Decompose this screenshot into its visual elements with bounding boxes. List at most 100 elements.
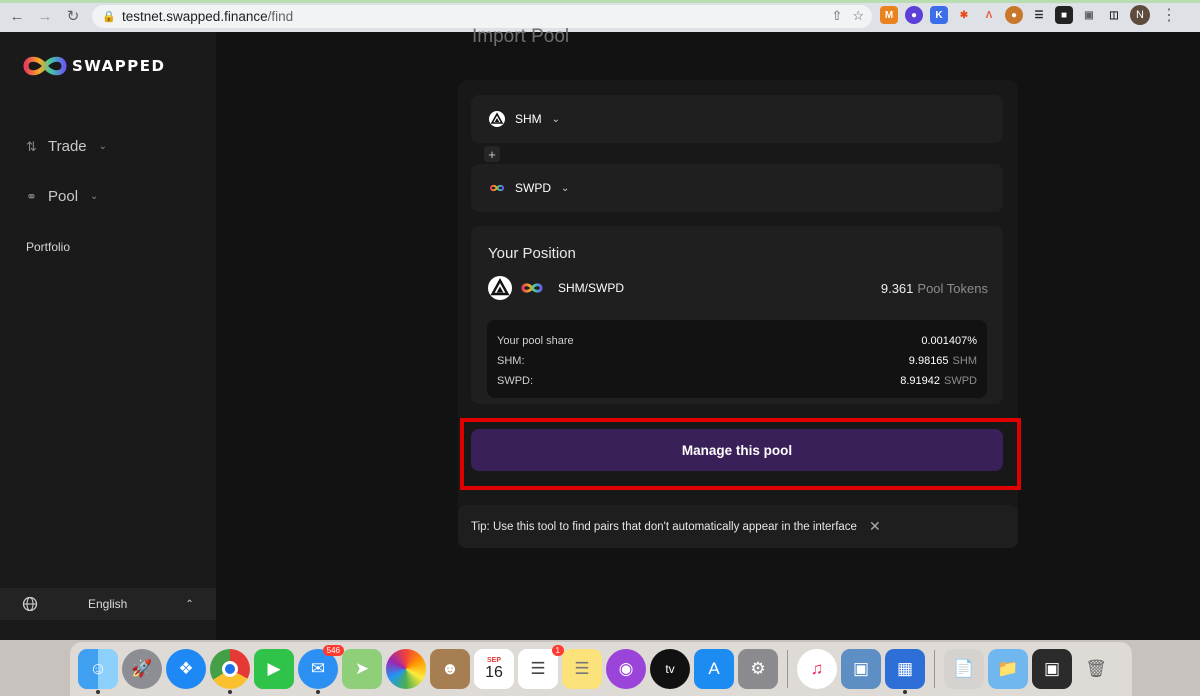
your-position-card: Your Position SHM/SWPD 9.361 Pool Tokens … — [471, 226, 1003, 404]
bookmark-star-icon[interactable]: ☆ — [852, 8, 864, 24]
chrome-icon[interactable] — [210, 649, 250, 694]
main-content: Import Pool SHM ⌄ + SWPD ⌄ Your Position — [216, 26, 1200, 640]
pool-share-value: 0.001407% — [921, 335, 977, 347]
language-label: English — [88, 597, 128, 611]
sidebar-item-trade[interactable]: ⇅ Trade ⌄ — [26, 138, 107, 155]
token-b-symbol: SWPD — [515, 181, 551, 195]
position-stats: Your pool share 0.001407% SHM: 9.98165 SH… — [487, 320, 987, 398]
metamask-extension-icon[interactable]: M — [880, 6, 898, 24]
trash-icon[interactable]: 🗑 — [1076, 649, 1116, 689]
shm-label: SHM: — [497, 355, 525, 367]
globe-icon — [22, 596, 38, 612]
infinity-logo-icon — [23, 56, 67, 76]
calendar-month: SEP — [486, 656, 501, 664]
swpd-value: 8.91942 SWPD — [900, 375, 977, 387]
shm-value: 9.98165 SHM — [908, 355, 977, 367]
chevron-down-icon: ⌄ — [98, 141, 108, 152]
swapped-logo[interactable]: SWAPPED — [20, 54, 165, 78]
parallels-windows-icon[interactable]: ▦ — [885, 649, 925, 694]
extension-icon[interactable]: ✱ — [955, 6, 973, 24]
podcasts-icon[interactable]: ◉ — [606, 649, 646, 689]
sidebar-item-label: Pool — [48, 188, 79, 205]
keplr-extension-icon[interactable]: K — [930, 6, 948, 24]
calendar-day: 16 — [485, 663, 503, 681]
close-icon[interactable]: ✕ — [869, 518, 881, 535]
side-panel-icon[interactable]: ◫ — [1105, 6, 1123, 24]
extensions-strip: M ● K ✱ Λ ● ☰ ■ ▣ ◫ N ⋮ — [880, 5, 1177, 25]
plus-icon: + — [484, 146, 500, 162]
calendar-icon[interactable]: SEP 16 — [474, 649, 514, 689]
chevron-up-icon: ⌃ — [185, 598, 194, 610]
browser-toolbar: ← → ↻ 🔒 testnet.swapped.finance/find ⇧ ☆… — [0, 0, 1200, 32]
extension-icon[interactable]: ● — [905, 6, 923, 24]
maps-icon[interactable]: ➤ — [342, 649, 382, 689]
tab-strip-accent — [0, 0, 1200, 3]
page-title: Import Pool — [472, 26, 570, 47]
swpd-amount-row: SWPD: 8.91942 SWPD — [497, 371, 977, 391]
sidebar-item-label: Trade — [48, 138, 87, 155]
dock-separator — [787, 650, 788, 688]
extension-icon[interactable]: ☰ — [1030, 6, 1048, 24]
profile-avatar[interactable]: N — [1130, 5, 1150, 25]
lock-icon: 🔒 — [102, 10, 116, 23]
token-a-symbol: SHM — [515, 112, 542, 126]
pool-share-label: Your pool share — [497, 335, 574, 347]
sidebar-item-label: Portfolio — [26, 240, 71, 254]
tip-text: Tip: Use this tool to find pairs that do… — [471, 520, 857, 533]
brand-name: SWAPPED — [72, 57, 166, 75]
facetime-icon[interactable]: ▶ — [254, 649, 294, 689]
sidebar-item-pool[interactable]: ⚭ Pool ⌄ — [26, 188, 98, 205]
photos-icon[interactable] — [386, 649, 426, 689]
shm-token-icon — [489, 111, 505, 127]
reload-icon[interactable]: ↻ — [62, 5, 84, 27]
swpd-label: SWPD: — [497, 375, 534, 387]
pool-icon: ⚭ — [26, 188, 37, 204]
language-selector[interactable]: English ⌃ — [0, 588, 216, 620]
manage-pool-button[interactable]: Manage this pool — [471, 429, 1003, 471]
puzzle-extensions-icon[interactable]: ▣ — [1080, 6, 1098, 24]
chevron-down-icon: ⌄ — [561, 182, 570, 194]
macos-dock: ☺ 🚀 ❖ ▶ ✉ 546 ➤ ☻ SEP 16 ☰ 1 ☰ ◉ tv A ⚙ ♫ ▣… — [70, 642, 1132, 696]
url-text: testnet.swapped.finance/find — [122, 9, 294, 24]
extension-icon[interactable]: ■ — [1055, 6, 1073, 24]
documents-folder-icon[interactable]: 📄 — [944, 649, 984, 689]
back-arrow-icon[interactable]: ← — [6, 5, 28, 27]
token-a-selector[interactable]: SHM ⌄ — [471, 95, 1003, 143]
import-pool-card: SHM ⌄ + SWPD ⌄ Your Position SHM/SWPD 9.… — [458, 80, 1018, 540]
extension-icon[interactable]: ● — [1005, 6, 1023, 24]
share-icon[interactable]: ⇧ — [831, 8, 842, 24]
sidebar-item-portfolio[interactable]: Portfolio — [26, 240, 70, 254]
position-pair-row: SHM/SWPD 9.361 Pool Tokens — [488, 276, 988, 300]
token-b-selector[interactable]: SWPD ⌄ — [471, 164, 1003, 212]
launchpad-icon[interactable]: 🚀 — [122, 649, 162, 689]
tip-banner: Tip: Use this tool to find pairs that do… — [458, 505, 1018, 548]
dock-separator — [934, 650, 935, 688]
music-icon[interactable]: ♫ — [797, 649, 837, 689]
forward-arrow-icon[interactable]: → — [34, 5, 56, 27]
kebab-menu-icon[interactable]: ⋮ — [1161, 5, 1177, 25]
pool-tokens-amount: 9.361 Pool Tokens — [880, 280, 988, 296]
system-preferences-icon[interactable]: ⚙ — [738, 649, 778, 689]
apple-tv-icon[interactable]: tv — [650, 649, 690, 689]
shm-token-icon — [488, 276, 512, 300]
downloads-folder-icon[interactable]: 📁 — [988, 649, 1028, 689]
swap-arrows-icon: ⇅ — [26, 138, 37, 154]
app-store-icon[interactable]: A — [694, 649, 734, 689]
messages-icon[interactable]: ✉ 546 — [298, 645, 344, 694]
shm-amount-row: SHM: 9.98165 SHM — [497, 351, 977, 371]
finder-icon[interactable]: ☺ — [78, 649, 118, 694]
notes-icon[interactable]: ☰ — [562, 649, 602, 689]
safari-icon[interactable]: ❖ — [166, 649, 206, 689]
contacts-icon[interactable]: ☻ — [430, 649, 470, 689]
preview-icon[interactable]: ▣ — [841, 649, 881, 689]
recent-screenshot-icon[interactable]: ▣ — [1032, 649, 1072, 689]
chevron-down-icon: ⌄ — [90, 191, 99, 202]
position-title: Your Position — [488, 245, 576, 262]
sidebar: SWAPPED ⇅ Trade ⌄ ⚭ Pool ⌄ Portfolio Eng… — [0, 32, 216, 640]
address-bar[interactable]: 🔒 testnet.swapped.finance/find ⇧ ☆ — [92, 5, 872, 28]
messages-badge: 546 — [322, 645, 344, 656]
swpd-token-icon — [489, 184, 505, 192]
extension-icon[interactable]: Λ — [980, 6, 998, 24]
reminders-icon[interactable]: ☰ 1 — [518, 645, 564, 689]
chevron-down-icon: ⌄ — [551, 113, 561, 125]
